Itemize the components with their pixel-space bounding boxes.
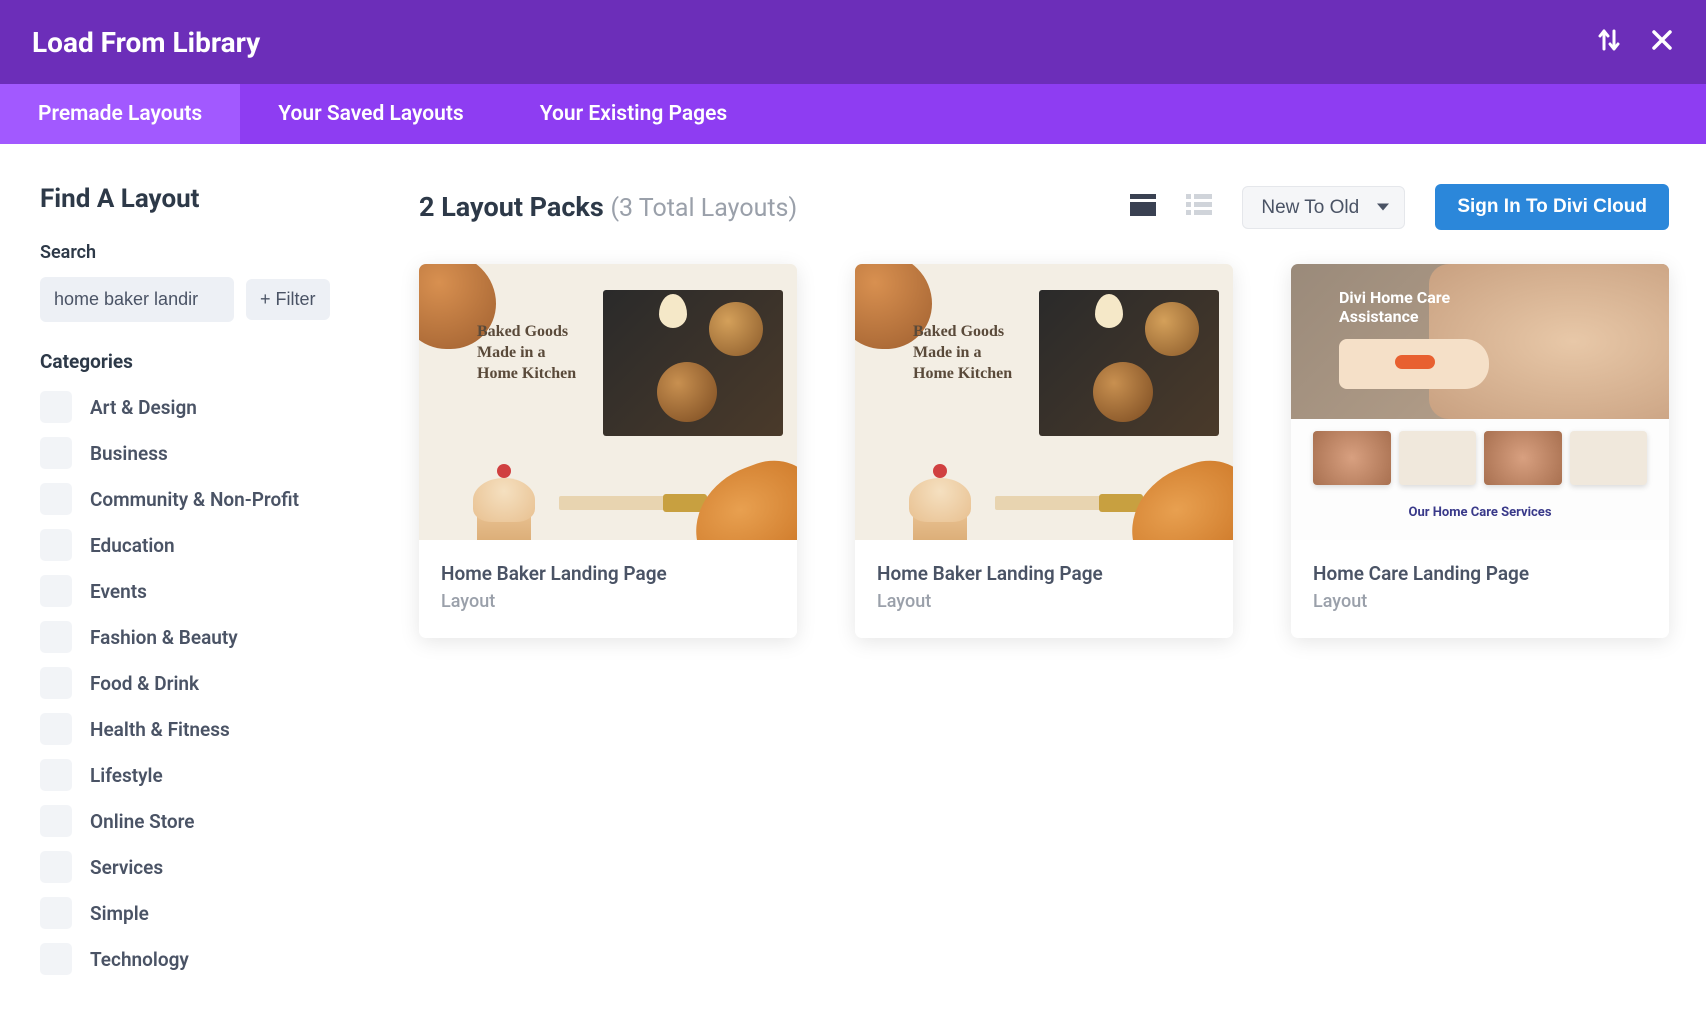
- checkbox-icon[interactable]: [40, 483, 72, 515]
- tab-your-saved-layouts[interactable]: Your Saved Layouts: [240, 84, 502, 144]
- checkbox-icon[interactable]: [40, 621, 72, 653]
- main-panel: 2 Layout Packs (3 Total Layouts) New To …: [365, 184, 1669, 989]
- add-filter-button[interactable]: + Filter: [246, 279, 330, 320]
- checkbox-icon[interactable]: [40, 805, 72, 837]
- layout-preview: Baked GoodsMade in aHome Kitchen: [855, 264, 1233, 540]
- layout-card[interactable]: Divi Home CareAssistance Our Home Care S…: [1291, 264, 1669, 638]
- tab-bar: Premade LayoutsYour Saved LayoutsYour Ex…: [0, 84, 1706, 144]
- sort-toggle-icon[interactable]: [1598, 27, 1620, 57]
- category-label: Community & Non-Profit: [90, 488, 299, 511]
- category-simple[interactable]: Simple: [40, 897, 365, 929]
- category-health-fitness[interactable]: Health & Fitness: [40, 713, 365, 745]
- modal-header: Load From Library: [0, 0, 1706, 84]
- sidebar: Find A Layout Search + Filter Categories…: [40, 184, 365, 989]
- tab-premade-layouts[interactable]: Premade Layouts: [0, 84, 240, 144]
- checkbox-icon[interactable]: [40, 943, 72, 975]
- header-actions: [1598, 27, 1674, 57]
- category-label: Art & Design: [90, 396, 197, 419]
- category-label: Fashion & Beauty: [90, 626, 238, 649]
- results-total: (3 Total Layouts): [610, 194, 797, 223]
- checkbox-icon[interactable]: [40, 391, 72, 423]
- category-art-design[interactable]: Art & Design: [40, 391, 365, 423]
- checkbox-icon[interactable]: [40, 437, 72, 469]
- layout-type: Layout: [1313, 591, 1647, 612]
- checkbox-icon[interactable]: [40, 529, 72, 561]
- layout-type: Layout: [877, 591, 1211, 612]
- category-technology[interactable]: Technology: [40, 943, 365, 975]
- category-community-non-profit[interactable]: Community & Non-Profit: [40, 483, 365, 515]
- close-icon[interactable]: [1650, 28, 1674, 56]
- layout-title: Home Care Landing Page: [1313, 562, 1647, 585]
- list-view-icon[interactable]: [1186, 194, 1212, 220]
- category-services[interactable]: Services: [40, 851, 365, 883]
- category-label: Health & Fitness: [90, 718, 230, 741]
- sidebar-title: Find A Layout: [40, 184, 365, 214]
- category-label: Education: [90, 534, 175, 557]
- category-online-store[interactable]: Online Store: [40, 805, 365, 837]
- category-food-drink[interactable]: Food & Drink: [40, 667, 365, 699]
- category-label: Business: [90, 442, 168, 465]
- checkbox-icon[interactable]: [40, 713, 72, 745]
- layout-title: Home Baker Landing Page: [441, 562, 775, 585]
- checkbox-icon[interactable]: [40, 897, 72, 929]
- category-label: Services: [90, 856, 163, 879]
- category-fashion-beauty[interactable]: Fashion & Beauty: [40, 621, 365, 653]
- layout-preview: Baked GoodsMade in aHome Kitchen: [419, 264, 797, 540]
- category-events[interactable]: Events: [40, 575, 365, 607]
- categories-label: Categories: [40, 350, 365, 373]
- category-label: Events: [90, 580, 147, 603]
- layout-preview: Divi Home CareAssistance Our Home Care S…: [1291, 264, 1669, 540]
- sort-select[interactable]: New To Old: [1242, 186, 1405, 229]
- category-business[interactable]: Business: [40, 437, 365, 469]
- checkbox-icon[interactable]: [40, 575, 72, 607]
- layout-card[interactable]: Baked GoodsMade in aHome Kitchen Home Ba…: [855, 264, 1233, 638]
- category-label: Food & Drink: [90, 672, 199, 695]
- search-input[interactable]: [40, 277, 234, 322]
- checkbox-icon[interactable]: [40, 667, 72, 699]
- layout-card[interactable]: 1 Baked GoodsMade in aHome Kitchen Home …: [419, 264, 797, 638]
- checkbox-icon[interactable]: [40, 759, 72, 791]
- search-label: Search: [40, 242, 365, 263]
- category-label: Online Store: [90, 810, 195, 833]
- category-education[interactable]: Education: [40, 529, 365, 561]
- category-label: Lifestyle: [90, 764, 163, 787]
- tab-your-existing-pages[interactable]: Your Existing Pages: [502, 84, 765, 144]
- layout-type: Layout: [441, 591, 775, 612]
- category-label: Technology: [90, 948, 189, 971]
- category-lifestyle[interactable]: Lifestyle: [40, 759, 365, 791]
- modal-title: Load From Library: [32, 26, 260, 59]
- results-count: 2 Layout Packs: [419, 191, 610, 223]
- signin-cloud-button[interactable]: Sign In To Divi Cloud: [1435, 184, 1669, 230]
- checkbox-icon[interactable]: [40, 851, 72, 883]
- category-label: Simple: [90, 902, 149, 925]
- grid-view-icon[interactable]: [1130, 194, 1156, 220]
- layout-title: Home Baker Landing Page: [877, 562, 1211, 585]
